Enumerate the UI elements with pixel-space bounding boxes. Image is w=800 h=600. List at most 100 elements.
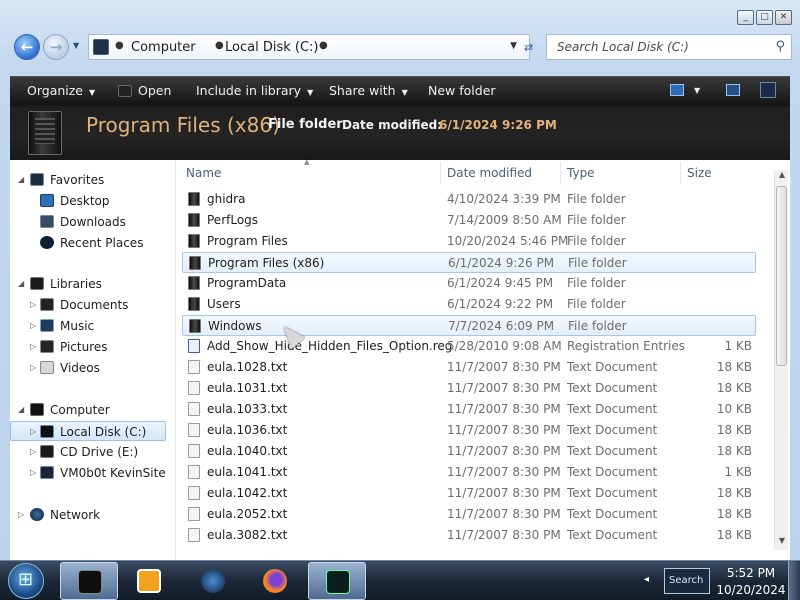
collapse-arrow-icon[interactable]: ◢ bbox=[18, 274, 24, 294]
maximize-button[interactable]: □ bbox=[756, 10, 773, 25]
chevron-right-icon[interactable]: ● bbox=[115, 40, 124, 51]
include-in-library-button[interactable]: Include in library ▼ bbox=[196, 83, 313, 98]
column-header-size[interactable]: Size bbox=[687, 166, 712, 180]
nav-pictures[interactable]: ▷ Pictures bbox=[10, 337, 170, 357]
expand-arrow-icon[interactable]: ▷ bbox=[30, 358, 36, 378]
new-folder-button[interactable]: New folder bbox=[428, 83, 496, 98]
taskbar-firefox[interactable] bbox=[246, 562, 304, 600]
column-divider[interactable] bbox=[560, 162, 561, 184]
expand-arrow-icon[interactable]: ▷ bbox=[30, 295, 36, 315]
explorer-body: ◢ Favorites Desktop Downloads Recent Pla… bbox=[10, 158, 790, 560]
organize-button[interactable]: Organize ▼ bbox=[27, 83, 95, 98]
back-button[interactable]: ← bbox=[14, 34, 40, 60]
scroll-down-icon[interactable]: ▼ bbox=[775, 536, 789, 550]
column-header-type[interactable]: Type bbox=[567, 166, 595, 180]
change-view-icon[interactable] bbox=[670, 84, 684, 96]
file-row[interactable]: eula.3082.txt 11/7/2007 8:30 PM Text Docum… bbox=[182, 525, 756, 546]
tray-search-box[interactable]: Search bbox=[664, 568, 710, 594]
file-row[interactable]: eula.1040.txt 11/7/2007 8:30 PM Text Docum… bbox=[182, 441, 756, 462]
network-icon bbox=[30, 508, 44, 521]
taskbar-media-player[interactable] bbox=[120, 562, 178, 600]
column-header-name[interactable]: Name bbox=[186, 166, 221, 180]
clock-time[interactable]: 5:52 PM bbox=[724, 566, 778, 580]
nav-favorites[interactable]: ◢ Favorites bbox=[10, 170, 170, 190]
taskbar-monitor[interactable] bbox=[308, 562, 366, 600]
nav-desktop[interactable]: Desktop bbox=[10, 191, 170, 211]
expand-arrow-icon[interactable]: ▷ bbox=[30, 422, 36, 442]
file-row[interactable]: Windows 7/7/2024 6:09 PM File folder bbox=[182, 315, 756, 336]
collapse-arrow-icon[interactable]: ◢ bbox=[18, 400, 24, 420]
nav-cd-drive[interactable]: ▷ CD Drive (E:) bbox=[10, 442, 170, 462]
file-row[interactable]: ghidra 4/10/2024 3:39 PM File folder bbox=[182, 189, 756, 210]
show-desktop-button[interactable] bbox=[788, 561, 800, 600]
file-row[interactable]: eula.1028.txt 11/7/2007 8:30 PM Text Docum… bbox=[182, 357, 756, 378]
close-button[interactable]: ✕ bbox=[775, 10, 792, 25]
start-button[interactable] bbox=[8, 563, 44, 599]
taskbar-explorer[interactable] bbox=[60, 562, 118, 600]
nav-computer[interactable]: ◢ Computer bbox=[10, 400, 170, 420]
file-row[interactable]: Users 6/1/2024 9:22 PM File folder bbox=[182, 294, 756, 315]
file-row[interactable]: eula.1041.txt 11/7/2007 8:30 PM Text Docum… bbox=[182, 462, 756, 483]
file-row[interactable]: ProgramData 6/1/2024 9:45 PM File folder bbox=[182, 273, 756, 294]
column-divider[interactable] bbox=[680, 162, 681, 184]
file-name: eula.1042.txt bbox=[207, 486, 288, 500]
file-row[interactable]: eula.1042.txt 11/7/2007 8:30 PM Text Docum… bbox=[182, 483, 756, 504]
nav-libraries[interactable]: ◢ Libraries bbox=[10, 274, 170, 294]
expand-arrow-icon[interactable]: ▷ bbox=[30, 463, 36, 483]
share-with-button[interactable]: Share with ▼ bbox=[329, 83, 408, 98]
file-row[interactable]: eula.1036.txt 11/7/2007 8:30 PM Text Docum… bbox=[182, 420, 756, 441]
scroll-up-icon[interactable]: ▲ bbox=[775, 170, 789, 184]
nav-downloads[interactable]: Downloads bbox=[10, 212, 170, 232]
nav-label: Pictures bbox=[60, 340, 108, 354]
search-input[interactable]: Search Local Disk (C:) bbox=[557, 40, 689, 54]
minimize-button[interactable]: _ bbox=[737, 10, 754, 25]
column-header-date[interactable]: Date modified bbox=[447, 166, 532, 180]
nav-recent-places[interactable]: Recent Places bbox=[10, 233, 170, 253]
column-divider[interactable] bbox=[440, 162, 441, 184]
navigation-pane: ◢ Favorites Desktop Downloads Recent Pla… bbox=[10, 160, 176, 560]
address-dropdown-icon[interactable]: ▼ bbox=[510, 41, 517, 51]
chevron-right-icon[interactable]: ● bbox=[319, 40, 328, 51]
nav-network-share[interactable]: ▷ VM0b0t KevinSite bbox=[10, 463, 170, 483]
nav-local-disk[interactable]: ▷ Local Disk (C:) bbox=[10, 421, 166, 441]
nav-network[interactable]: ▷ Network bbox=[10, 505, 170, 525]
tray-expand-icon[interactable]: ◂ bbox=[644, 574, 649, 585]
search-box[interactable]: Search Local Disk (C:) ⚲ bbox=[546, 34, 792, 60]
clock-date[interactable]: 10/20/2024 bbox=[716, 583, 786, 597]
expand-arrow-icon[interactable]: ▷ bbox=[30, 337, 36, 357]
address-bar[interactable]: ● Computer ● Local Disk (C:) ● ▼ bbox=[88, 34, 530, 60]
taskbar-globe[interactable] bbox=[184, 562, 242, 600]
open-button[interactable]: Open bbox=[118, 83, 171, 98]
help-icon[interactable] bbox=[760, 82, 776, 98]
scroll-thumb[interactable] bbox=[776, 186, 787, 366]
downloads-icon bbox=[40, 215, 54, 228]
file-row[interactable]: Program Files (x86) 6/1/2024 9:26 PM File … bbox=[182, 252, 756, 273]
preview-pane-icon[interactable] bbox=[726, 84, 740, 96]
breadcrumb-computer[interactable]: Computer bbox=[131, 40, 196, 55]
chevron-right-icon[interactable]: ● bbox=[215, 40, 224, 51]
refresh-icon[interactable]: ⇄ bbox=[524, 41, 533, 54]
file-row[interactable]: eula.1031.txt 11/7/2007 8:30 PM Text Docum… bbox=[182, 378, 756, 399]
file-row[interactable]: Program Files 10/20/2024 5:46 PM File fold… bbox=[182, 231, 756, 252]
expand-arrow-icon[interactable]: ▷ bbox=[30, 316, 36, 336]
computer-icon bbox=[93, 39, 109, 55]
vertical-scrollbar[interactable]: ▲ ▼ bbox=[774, 170, 788, 550]
file-row[interactable]: eula.1033.txt 11/7/2007 8:30 PM Text Docum… bbox=[182, 399, 756, 420]
file-row[interactable]: Add_Show_Hide_Hidden_Files_Option.reg 5/2… bbox=[182, 336, 756, 357]
recent-pages-dropdown[interactable]: ▼ bbox=[73, 41, 79, 50]
file-name: ghidra bbox=[207, 192, 246, 206]
expand-arrow-icon[interactable]: ▷ bbox=[30, 442, 36, 462]
file-date: 11/7/2007 8:30 PM bbox=[447, 381, 561, 395]
collapse-arrow-icon[interactable]: ◢ bbox=[18, 170, 24, 190]
search-icon[interactable]: ⚲ bbox=[775, 39, 785, 54]
nav-videos[interactable]: ▷ Videos bbox=[10, 358, 170, 378]
forward-button[interactable]: → bbox=[43, 34, 69, 60]
file-row[interactable]: eula.2052.txt 11/7/2007 8:30 PM Text Docum… bbox=[182, 504, 756, 525]
expand-arrow-icon[interactable]: ▷ bbox=[18, 505, 24, 525]
file-name: Add_Show_Hide_Hidden_Files_Option.reg bbox=[207, 339, 453, 353]
file-row[interactable]: PerfLogs 7/14/2009 8:50 AM File folder bbox=[182, 210, 756, 231]
view-options-dropdown[interactable]: ▼ bbox=[694, 86, 700, 95]
nav-music[interactable]: ▷ Music bbox=[10, 316, 170, 336]
breadcrumb-local-disk[interactable]: Local Disk (C:) bbox=[225, 40, 318, 55]
nav-documents[interactable]: ▷ Documents bbox=[10, 295, 170, 315]
